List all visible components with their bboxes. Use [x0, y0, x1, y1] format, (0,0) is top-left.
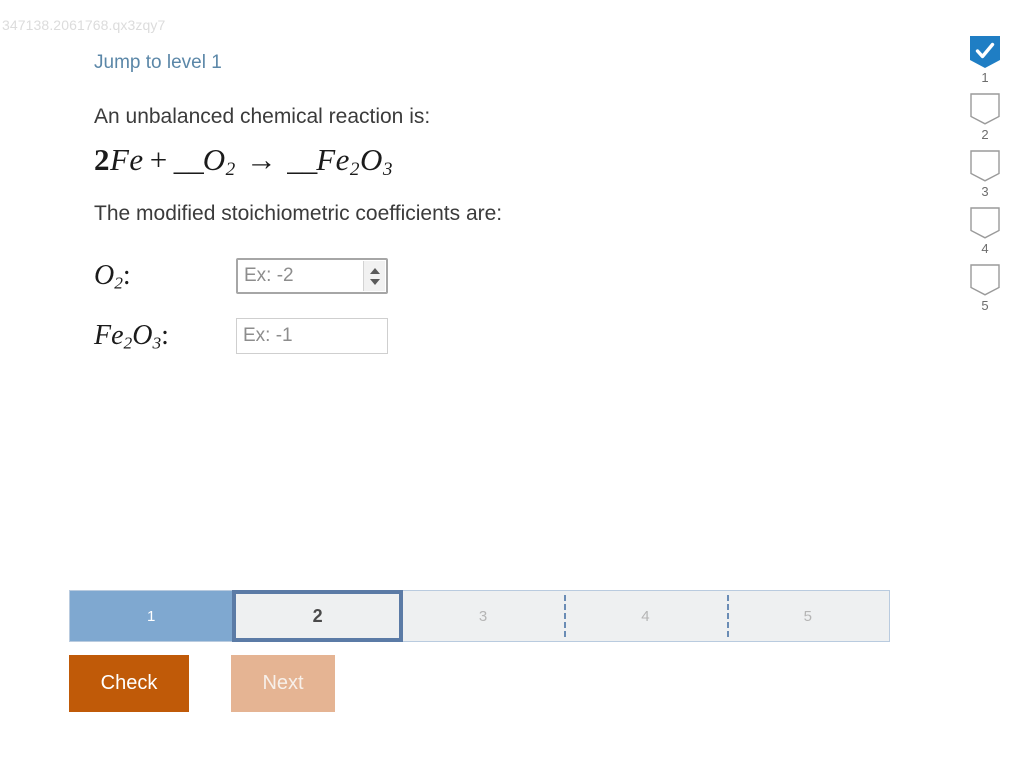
shield-outline-icon — [970, 207, 1000, 239]
check-button[interactable]: Check — [69, 655, 189, 712]
progress-segment-5[interactable]: 5 — [726, 591, 890, 641]
badge-shield-5-empty[interactable] — [970, 264, 1000, 296]
badge-item-3[interactable]: 3 — [970, 150, 1000, 198]
answer-label-fe2o3: Fe2O3: — [94, 320, 236, 354]
equation-reactant-o: O — [202, 142, 226, 178]
badge-rail: 1 2 3 4 5 — [962, 36, 1008, 321]
action-button-row: Check Next — [69, 655, 335, 712]
activity-id: 347138.2061768.qx3zqy7 — [2, 17, 166, 33]
badge-number-1: 1 — [981, 70, 989, 85]
answer-label-o2-element: O — [94, 259, 115, 291]
equation-blank-fe2o3: __ — [287, 142, 317, 178]
equation-blank-o2: __ — [173, 142, 204, 178]
check-icon — [970, 36, 1000, 68]
shield-outline-icon — [970, 93, 1000, 125]
answer-row-fe2o3: Fe2O3: — [94, 313, 894, 359]
o2-number-spinner[interactable] — [363, 261, 385, 292]
answer-label-fe2o3-fe: Fe — [94, 319, 124, 351]
answer-label-o2-subscript: 2 — [114, 273, 123, 293]
answer-label-fe2o3-o-subscript: 3 — [152, 333, 162, 353]
fe2o3-field-wrapper — [236, 318, 388, 355]
answer-label-fe2o3-colon: : — [161, 319, 169, 351]
progress-segment-2[interactable]: 2 — [232, 590, 403, 642]
progress-segment-1[interactable]: 1 — [70, 591, 233, 641]
shield-outline-icon — [970, 150, 1000, 182]
badge-number-5: 5 — [981, 298, 989, 313]
equation-plus-sign: + — [149, 142, 168, 178]
spinner-up-arrow-icon[interactable] — [369, 267, 380, 274]
equation-product-o-subscript: 3 — [382, 159, 393, 181]
badge-shield-1-completed[interactable] — [970, 36, 1000, 68]
question-intro-text: An unbalanced chemical reaction is: — [94, 105, 431, 128]
answer-label-fe2o3-fe-subscript: 2 — [123, 333, 133, 353]
question-area: Jump to level 1 An unbalanced chemical r… — [94, 52, 894, 373]
badge-shield-3-empty[interactable] — [970, 150, 1000, 182]
badge-item-2[interactable]: 2 — [970, 93, 1000, 141]
badge-number-4: 4 — [981, 241, 989, 256]
equation-product-fe: Fe — [316, 142, 350, 178]
jump-to-level-link[interactable]: Jump to level 1 — [94, 52, 222, 74]
badge-shield-4-empty[interactable] — [970, 207, 1000, 239]
badge-number-2: 2 — [981, 127, 989, 142]
answer-label-o2-colon: : — [122, 259, 131, 291]
badge-number-3: 3 — [981, 184, 989, 199]
shield-outline-icon — [970, 264, 1000, 296]
chemical-equation: 2Fe + __O2 → __Fe2O3 — [94, 142, 894, 181]
answer-label-fe2o3-o: O — [132, 319, 153, 351]
badge-shield-2-empty[interactable] — [970, 93, 1000, 125]
equation-arrow: → — [245, 142, 278, 178]
coefficients-prompt-text: The modified stoichiometric coefficients… — [94, 202, 503, 226]
equation-reactant-fe: Fe — [110, 142, 144, 178]
equation-coefficient-fe: 2 — [94, 142, 110, 178]
answer-label-o2: O2: — [94, 260, 236, 294]
answer-row-o2: O2: — [94, 253, 894, 299]
progress-segment-3[interactable]: 3 — [401, 591, 565, 641]
badge-item-5[interactable]: 5 — [970, 264, 1000, 312]
equation-product-fe-subscript: 2 — [349, 159, 360, 181]
fe2o3-coefficient-input[interactable] — [236, 318, 388, 355]
badge-item-4[interactable]: 4 — [970, 207, 1000, 255]
equation-reactant-o-subscript: 2 — [225, 159, 236, 181]
o2-field-wrapper — [236, 258, 388, 295]
badge-item-1[interactable]: 1 — [970, 36, 1000, 84]
spinner-down-arrow-icon[interactable] — [369, 278, 380, 285]
progress-segment-4[interactable]: 4 — [564, 591, 727, 641]
progress-bar: 1 2 3 4 5 — [69, 590, 890, 642]
equation-product-o: O — [360, 142, 383, 178]
next-button[interactable]: Next — [231, 655, 335, 712]
